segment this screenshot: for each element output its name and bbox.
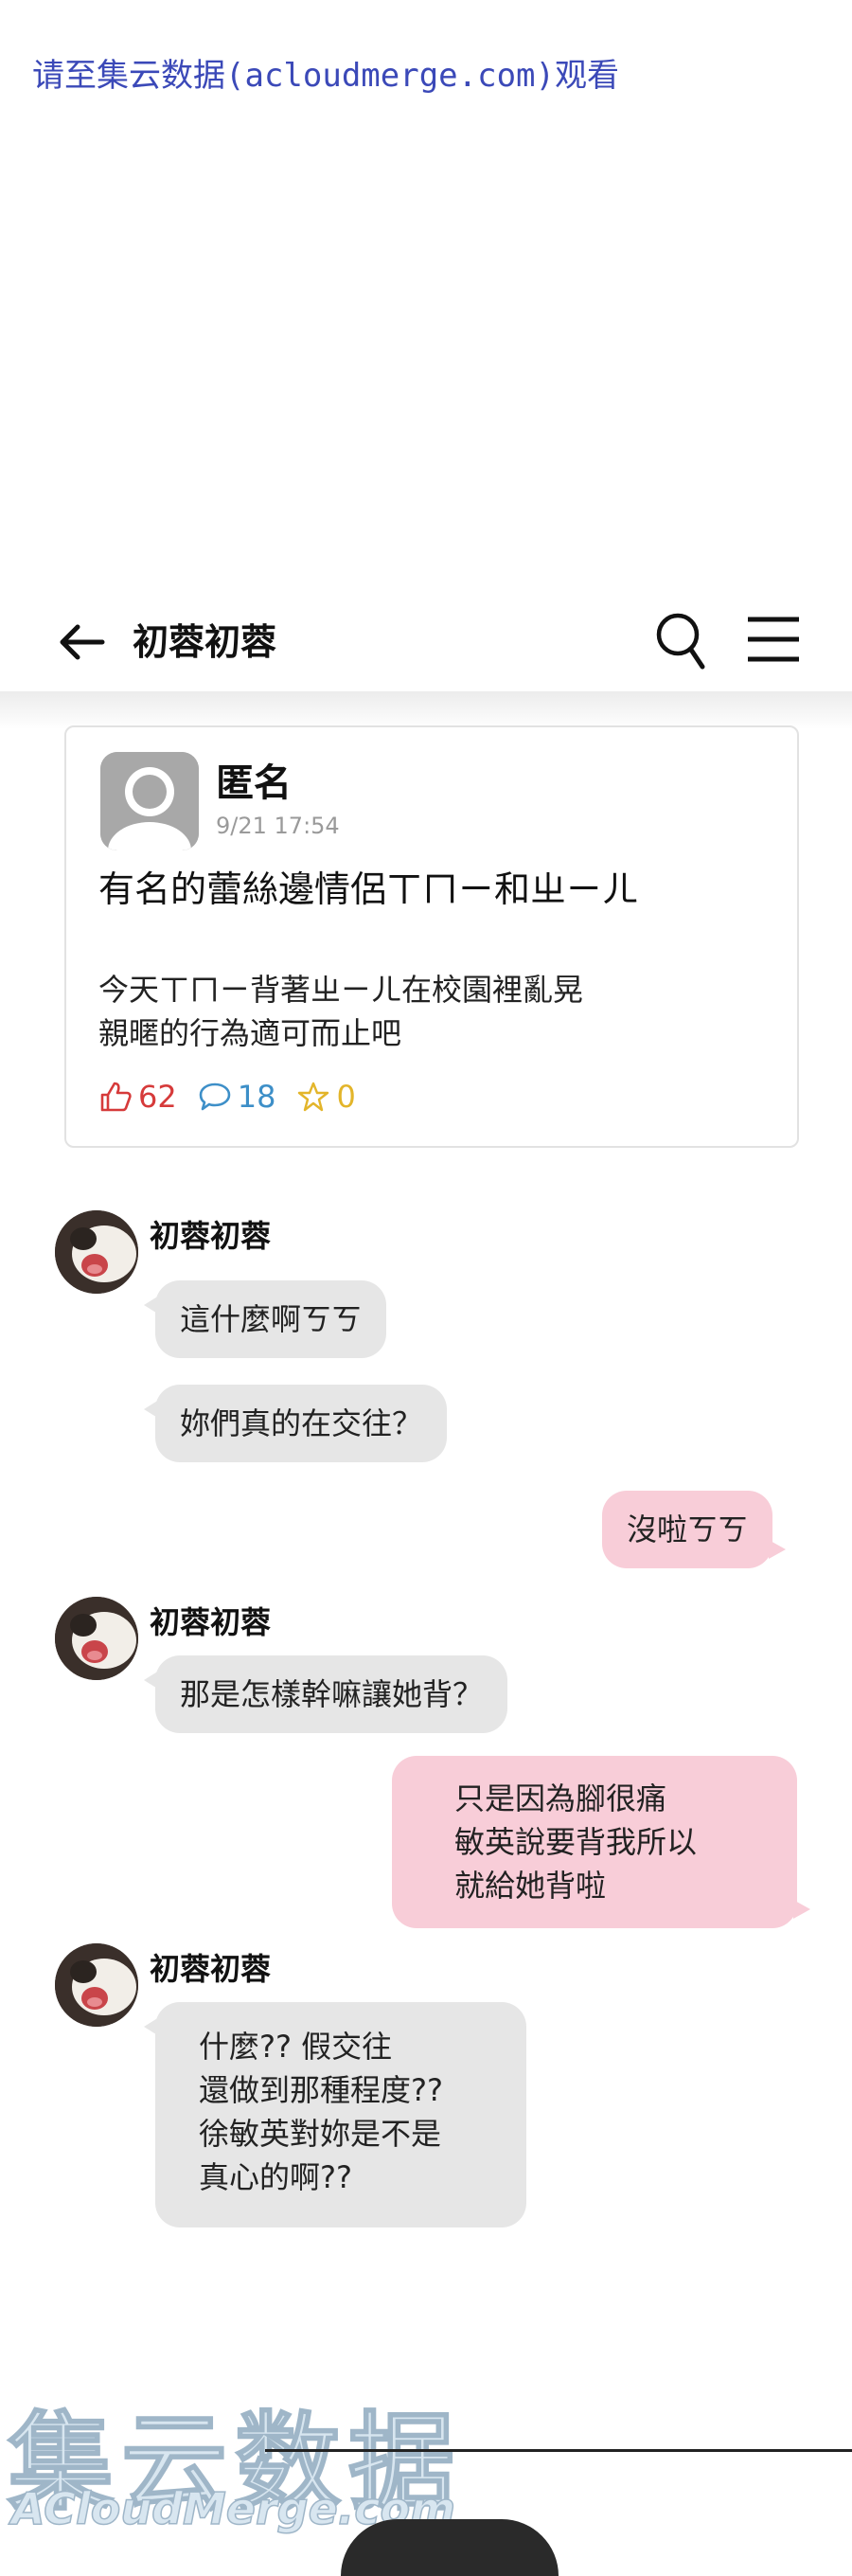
like-button[interactable]: 62 xyxy=(98,1079,177,1115)
search-icon xyxy=(656,613,705,670)
cat-avatar-icon xyxy=(55,1210,138,1294)
comment-icon xyxy=(199,1082,231,1111)
chat-bubble-incoming: 妳們真的在交往？ xyxy=(143,1385,448,1462)
page-title: 初蓉初蓉 xyxy=(133,621,277,663)
comment-count: 18 xyxy=(237,1079,276,1115)
post-body-line: 今天ㄒㄇㄧ背著ㄓㄧㄦ在校園裡亂晃 xyxy=(98,972,584,1008)
source-note: 请至集云数据(acloudmerge.com)观看 xyxy=(32,57,619,95)
avatar[interactable] xyxy=(55,1210,138,1294)
avatar[interactable] xyxy=(55,1597,138,1680)
cat-avatar-icon xyxy=(55,1943,138,2027)
post-time: 9/21 17:54 xyxy=(216,813,340,839)
post-stats: 62 18 0 xyxy=(98,1078,377,1116)
post-title: 有名的蕾絲邊情侶ㄒㄇㄧ和ㄓㄧㄦ xyxy=(98,868,639,910)
star-icon xyxy=(298,1082,329,1112)
sender-name: 初蓉初蓉 xyxy=(150,1951,272,1987)
thumbs-up-icon xyxy=(100,1082,132,1112)
star-button[interactable]: 0 xyxy=(296,1079,356,1115)
avatar[interactable] xyxy=(55,1943,138,2027)
menu-icon xyxy=(748,617,799,662)
post-body: 今天ㄒㄇㄧ背著ㄓㄧㄦ在校園裡亂晃 親暱的行為適可而止吧 xyxy=(98,968,583,1055)
chat-bubble-incoming: 什麼?? 假交往 還做到那種程度?? 徐敏英對妳是不是 真心的啊?? xyxy=(144,2002,526,2227)
sender-name: 初蓉初蓉 xyxy=(150,1604,272,1640)
back-button[interactable] xyxy=(55,616,108,669)
search-button[interactable] xyxy=(653,608,710,674)
cat-avatar-icon xyxy=(55,1597,138,1680)
comment-button[interactable]: 18 xyxy=(198,1079,276,1115)
sender-name: 初蓉初蓉 xyxy=(150,1218,272,1254)
app-header: 初蓉初蓉 xyxy=(0,587,852,691)
user-icon xyxy=(100,752,199,850)
star-count: 0 xyxy=(336,1079,356,1115)
header-shadow xyxy=(0,691,852,729)
chat-bubble-incoming: 那是怎樣幹嘛讓她背？ xyxy=(143,1655,508,1733)
chat-bubble-outgoing: 沒啦ㄎㄎ xyxy=(602,1491,787,1568)
character-hair xyxy=(341,2519,559,2576)
chat-bubble-incoming: 這什麼啊ㄎㄎ xyxy=(143,1280,387,1358)
post-card[interactable]: 匿名 9/21 17:54 有名的蕾絲邊情侶ㄒㄇㄧ和ㄓㄧㄦ 今天ㄒㄇㄧ背著ㄓㄧㄦ… xyxy=(64,725,799,1148)
panel-divider xyxy=(265,2449,852,2452)
like-count: 62 xyxy=(138,1079,177,1115)
post-body-line: 親暱的行為適可而止吧 xyxy=(98,1015,402,1051)
chat-bubble-outgoing: 只是因為腳很痛 敏英說要背我所以 就給她背啦 xyxy=(392,1756,810,1928)
menu-button[interactable] xyxy=(744,610,803,669)
post-author: 匿名 xyxy=(216,761,292,805)
arrow-left-icon xyxy=(60,624,105,660)
anonymous-avatar xyxy=(100,752,199,850)
